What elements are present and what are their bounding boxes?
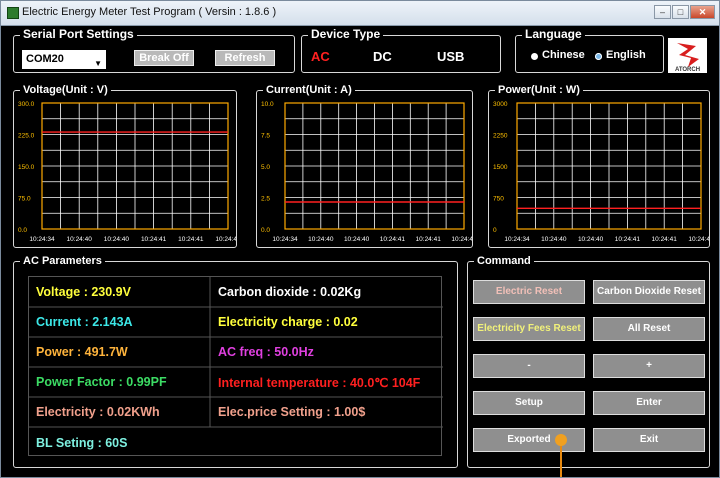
x-tick-label: 10:24:41 (416, 236, 442, 243)
fees-reset-button[interactable]: Electricity Fees Reset (473, 317, 585, 341)
all-reset-button[interactable]: All Reset (593, 317, 705, 341)
y-tick-label: 5.0 (261, 164, 270, 171)
current-chart-svg: 0.0 2.5 5.0 7.5 10.0 10:24:34 10:24:40 10:24:40… (261, 101, 472, 243)
ac-freq-readout: AC freq : 50.0Hz (218, 345, 314, 359)
y-tick-label: 10.0 (261, 101, 274, 108)
voltage-chart-svg: 0.0 75.0 150.0 225.0 300.0 10:24:34 10:24:40 10… (18, 101, 236, 243)
com-port-select[interactable]: COM20 ▼ (22, 50, 106, 69)
english-radio[interactable] (595, 53, 602, 60)
y-tick-label: 300.0 (18, 101, 35, 108)
bl-setting-readout: BL Seting : 60S (36, 436, 128, 450)
y-tick-label: 150.0 (18, 164, 35, 171)
app-icon (7, 7, 19, 19)
command-label: Command (474, 254, 534, 268)
power-chart-group: Power(Unit : W) 0 750 1500 2250 3000 10:24:34… (488, 83, 710, 248)
power-chart-svg: 0 750 1500 2250 3000 10:24:34 10:24:40 10:24:40… (493, 101, 709, 243)
x-tick-label: 10:24:41 (141, 236, 167, 243)
y-tick-label: 750 (493, 196, 504, 203)
y-tick-label: 2250 (493, 133, 508, 140)
x-tick-label: 10:24:44 (688, 236, 709, 243)
x-tick-label: 10:24:40 (67, 236, 93, 243)
x-tick-label: 10:24:40 (578, 236, 604, 243)
logo-text: ATORCH (675, 67, 700, 73)
minimize-button[interactable]: – (654, 5, 671, 19)
device-type-dc[interactable]: DC (373, 49, 392, 64)
ac-parameters-table: Voltage : 230.9V Current : 2.143A Power … (28, 276, 443, 456)
x-tick-label: 10:24:44 (451, 236, 472, 243)
y-tick-label: 225.0 (18, 133, 35, 140)
maximize-button[interactable]: □ (672, 5, 689, 19)
exit-button[interactable]: Exit (593, 428, 705, 452)
price-setting-readout: Elec.price Setting : 1.00$ (218, 405, 366, 419)
charge-readout: Electricity charge : 0.02 (218, 315, 358, 329)
serial-port-group: Serial Port Settings COM20 ▼ Break Off R… (13, 27, 295, 73)
device-type-label: Device Type (308, 27, 384, 41)
app-window: Electric Energy Meter Test Program ( Ver… (0, 0, 720, 478)
language-group: Language Chinese English (515, 27, 664, 73)
x-tick-label: 10:24:40 (104, 236, 130, 243)
current-readout: Current : 2.143A (36, 315, 133, 329)
electricity-readout: Electricity : 0.02KWh (36, 405, 160, 419)
y-tick-label: 3000 (493, 101, 508, 108)
electric-reset-button[interactable]: Electric Reset (473, 280, 585, 304)
english-label[interactable]: English (606, 49, 646, 61)
table-grid (29, 277, 443, 428)
device-type-group: Device Type AC DC USB (301, 27, 501, 73)
y-tick-label: 0 (493, 227, 497, 234)
x-tick-label: 10:24:40 (344, 236, 370, 243)
cursor-callout-line (560, 446, 562, 477)
com-port-value: COM20 (26, 53, 64, 65)
ac-parameters-label: AC Parameters (20, 254, 105, 268)
y-tick-label: 75.0 (18, 196, 31, 203)
window-title: Electric Energy Meter Test Program ( Ver… (22, 6, 277, 18)
device-type-usb[interactable]: USB (437, 49, 464, 64)
plus-button[interactable]: + (593, 354, 705, 378)
voltage-chart-group: Voltage(Unit : V) 0.0 75.0 150.0 225.0 300.0… (13, 83, 237, 248)
y-tick-label: 7.5 (261, 133, 270, 140)
title-bar: Electric Energy Meter Test Program ( Ver… (1, 1, 719, 26)
voltage-readout: Voltage : 230.9V (36, 285, 131, 299)
x-tick-label: 10:24:40 (308, 236, 334, 243)
y-tick-label: 1500 (493, 164, 508, 171)
break-off-button[interactable]: Break Off (134, 50, 194, 66)
chevron-down-icon: ▼ (94, 59, 102, 68)
y-tick-label: 2.5 (261, 196, 270, 203)
current-chart-group: Current(Unit : A) 0.0 2.5 5.0 7.5 10.0 10:24:… (256, 83, 473, 248)
x-tick-label: 10:24:41 (380, 236, 406, 243)
co2-readout: Carbon dioxide : 0.02Kg (218, 285, 362, 299)
power-factor-readout: Power Factor : 0.99PF (36, 375, 167, 389)
x-tick-label: 10:24:40 (541, 236, 567, 243)
chinese-label[interactable]: Chinese (542, 49, 585, 61)
x-tick-label: 10:24:34 (29, 236, 55, 243)
x-tick-label: 10:24:41 (652, 236, 678, 243)
x-tick-label: 10:24:41 (178, 236, 204, 243)
co2-reset-button[interactable]: Carbon Dioxide Reset (593, 280, 705, 304)
logo-icon: ATORCH (675, 43, 700, 73)
x-tick-label: 10:24:44 (215, 236, 236, 243)
y-tick-label: 0.0 (18, 227, 27, 234)
x-tick-label: 10:24:34 (504, 236, 530, 243)
temperature-readout: Internal temperature : 40.0℃ 104F (218, 376, 421, 390)
enter-button[interactable]: Enter (593, 391, 705, 415)
x-tick-label: 10:24:34 (272, 236, 298, 243)
close-button[interactable]: ✕ (690, 5, 715, 19)
atorch-logo: ATORCH (668, 38, 707, 73)
device-type-ac[interactable]: AC (311, 49, 330, 64)
cursor-pointer-icon (555, 434, 567, 446)
minus-button[interactable]: - (473, 354, 585, 378)
y-tick-label: 0.0 (261, 227, 270, 234)
setup-button[interactable]: Setup (473, 391, 585, 415)
refresh-button[interactable]: Refresh (215, 50, 275, 66)
serial-port-label: Serial Port Settings (20, 27, 137, 41)
x-tick-label: 10:24:41 (615, 236, 641, 243)
chinese-radio[interactable] (531, 53, 538, 60)
language-label: Language (522, 27, 585, 41)
power-readout: Power : 491.7W (36, 345, 128, 359)
exported-button[interactable]: Exported (473, 428, 585, 452)
